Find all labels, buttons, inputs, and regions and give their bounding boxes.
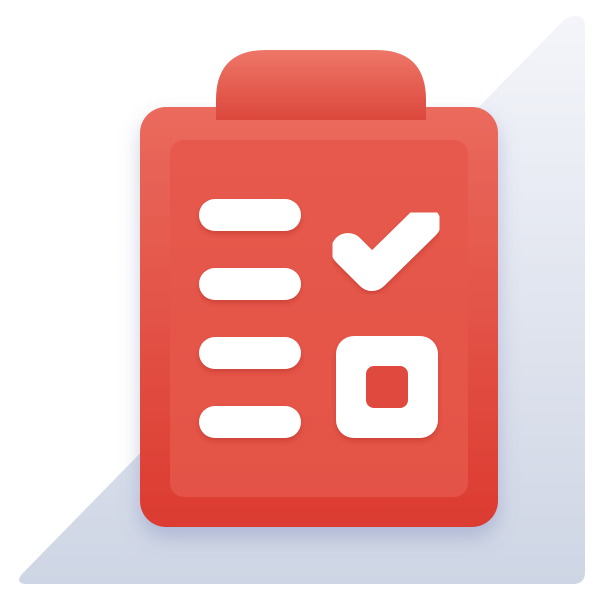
icon-canvas	[0, 0, 600, 600]
clipboard-clip	[216, 50, 426, 120]
checkbox-icon	[336, 336, 438, 438]
checklist-line-1	[199, 199, 301, 231]
checklist-line-4	[199, 406, 301, 438]
clipboard-inner-panel	[170, 140, 468, 497]
clipboard-checklist-icon	[19, 16, 586, 584]
checklist-line-3	[199, 337, 301, 369]
checklist-line-2	[199, 268, 301, 300]
